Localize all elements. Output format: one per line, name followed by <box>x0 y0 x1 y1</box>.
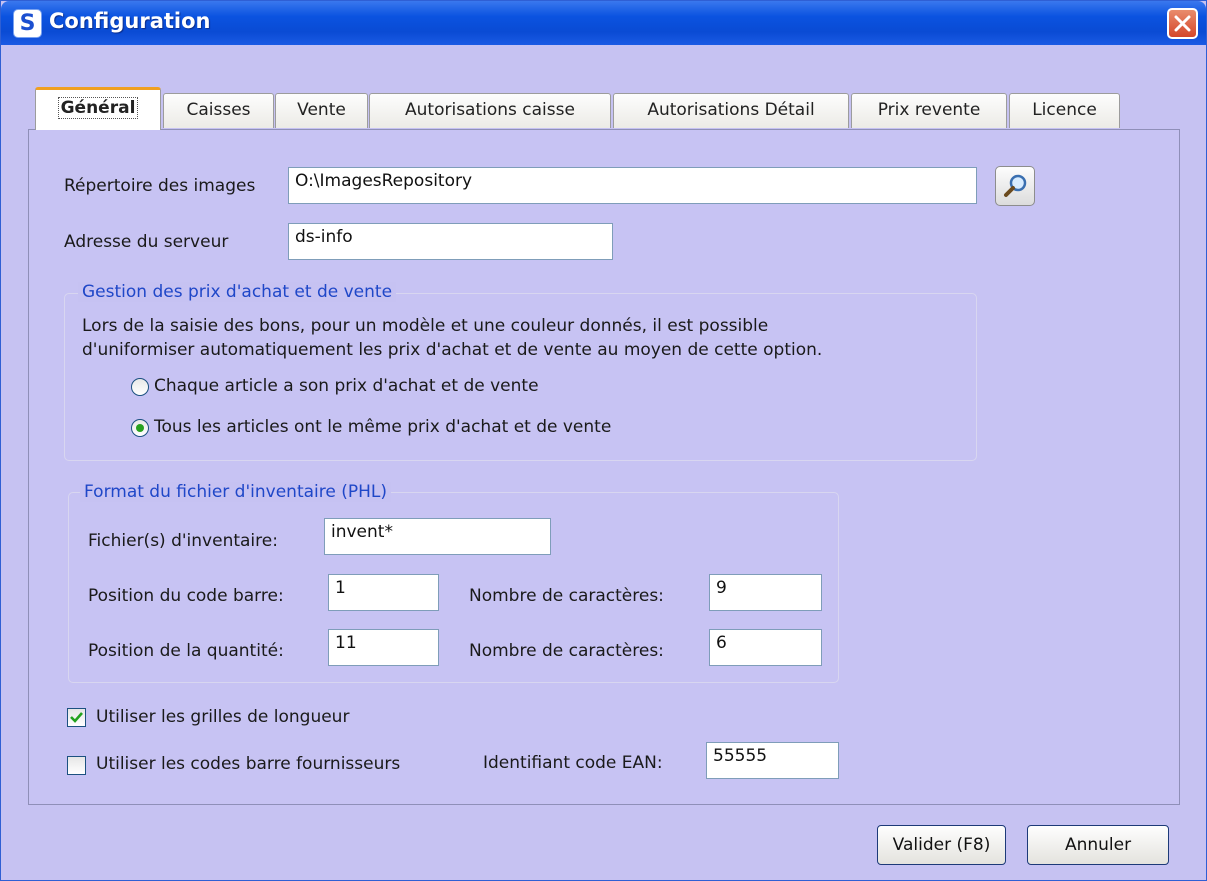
quantity-position-label: Position de la quantité: <box>88 641 284 661</box>
magnifier-icon <box>1004 174 1027 197</box>
tab-licence[interactable]: Licence <box>1009 93 1120 128</box>
radio-uniform-prices-label[interactable]: Tous les articles ont le même prix d'ach… <box>154 417 611 437</box>
tab-general-label: Général <box>57 97 139 119</box>
inventory-files-label: Fichier(s) d'inventaire: <box>88 531 278 551</box>
barcode-position-input[interactable]: 1 <box>328 574 439 611</box>
images-dir-input[interactable]: O:\ImagesRepository <box>288 167 977 204</box>
window-title: Configuration <box>49 9 211 33</box>
cancel-button[interactable]: Annuler <box>1027 825 1169 865</box>
app-logo-icon: S <box>13 9 42 38</box>
browse-images-button[interactable] <box>995 166 1035 206</box>
inventory-files-input[interactable]: invent* <box>324 518 551 555</box>
ean-input[interactable]: 55555 <box>706 742 839 779</box>
length-grids-checkbox[interactable] <box>67 708 86 727</box>
tab-prix-revente[interactable]: Prix revente <box>851 93 1007 128</box>
supplier-barcodes-label[interactable]: Utiliser les codes barre fournisseurs <box>96 754 400 774</box>
checkmark-icon <box>70 712 83 723</box>
tab-autorisations-detail[interactable]: Autorisations Détail <box>613 93 849 128</box>
pricing-group-title: Gestion des prix d'achat et de vente <box>78 282 397 302</box>
quantity-length-input[interactable]: 6 <box>709 629 822 666</box>
close-icon <box>1174 15 1191 32</box>
server-label: Adresse du serveur <box>64 232 229 252</box>
pricing-description-line2: d'uniformiser automatiquement les prix d… <box>82 340 823 360</box>
images-dir-label: Répertoire des images <box>64 176 256 196</box>
title-bar[interactable]: S Configuration <box>1 1 1206 45</box>
quantity-length-label: Nombre de caractères: <box>469 641 664 661</box>
tab-caisses[interactable]: Caisses <box>163 93 274 128</box>
barcode-length-label: Nombre de caractères: <box>469 586 664 606</box>
configuration-window: S Configuration Général Caisses Vente Au… <box>0 0 1207 881</box>
server-input[interactable]: ds-info <box>288 223 613 260</box>
supplier-barcodes-checkbox[interactable] <box>67 756 86 775</box>
radio-individual-prices-label[interactable]: Chaque article a son prix d'achat et de … <box>154 376 539 396</box>
quantity-position-input[interactable]: 11 <box>328 629 439 666</box>
barcode-length-input[interactable]: 9 <box>709 574 822 611</box>
pricing-description-line1: Lors de la saisie des bons, pour un modè… <box>82 316 769 336</box>
inventory-group-title: Format du fichier d'inventaire (PHL) <box>80 482 391 502</box>
tab-general[interactable]: Général <box>35 87 161 130</box>
length-grids-label[interactable]: Utiliser les grilles de longueur <box>96 707 349 727</box>
tab-autorisations-caisse[interactable]: Autorisations caisse <box>369 93 611 128</box>
barcode-position-label: Position du code barre: <box>88 586 284 606</box>
close-button[interactable] <box>1167 8 1198 39</box>
radio-uniform-prices[interactable] <box>131 419 149 437</box>
validate-button[interactable]: Valider (F8) <box>877 825 1006 865</box>
tab-vente[interactable]: Vente <box>275 93 368 128</box>
radio-individual-prices[interactable] <box>131 378 149 396</box>
ean-label: Identifiant code EAN: <box>483 753 663 773</box>
